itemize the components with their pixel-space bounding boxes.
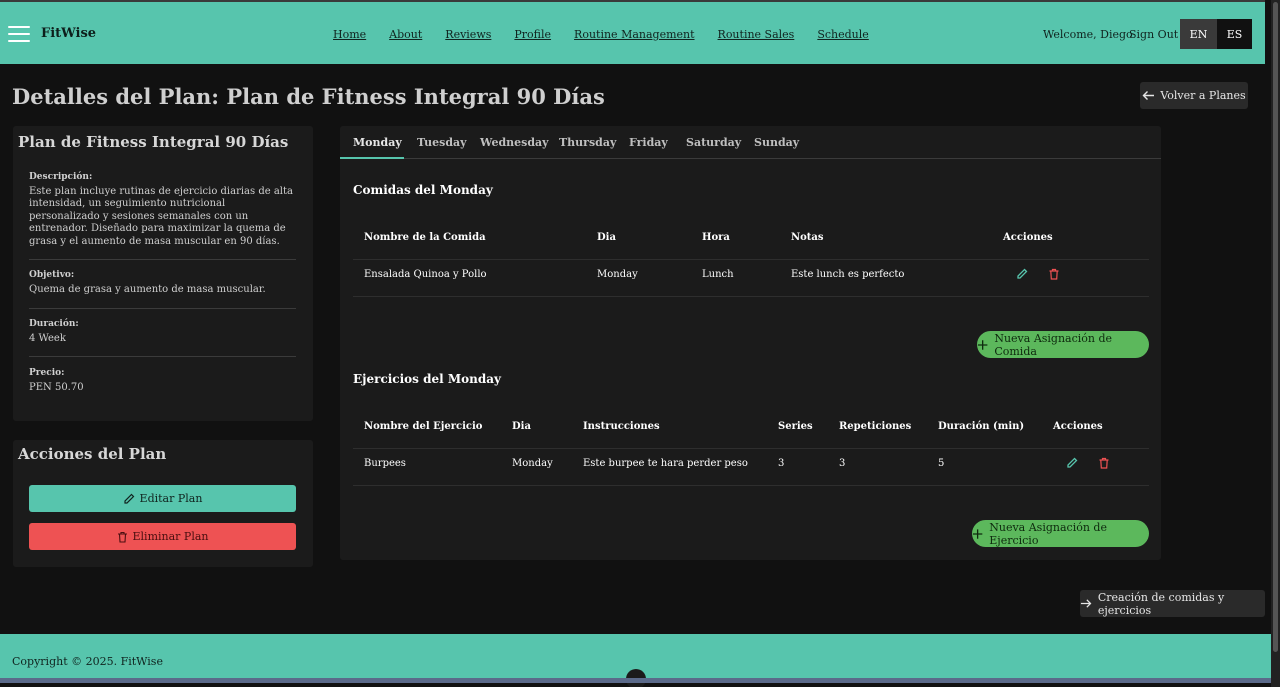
col-day: Dia [597,232,616,243]
objective-value: Quema de grasa y aumento de masa muscula… [29,283,266,295]
trash-icon[interactable] [1097,456,1111,470]
nav-home[interactable]: Home [333,28,366,41]
page-title: Detalles del Plan: Plan de Fitness Integ… [12,84,605,109]
objective-label: Objetivo: [29,270,75,280]
meal-notes: Este lunch es perfecto [791,269,905,280]
exercise-repetitions: 3 [839,458,846,469]
delete-plan-label: Eliminar Plan [132,530,209,543]
col-actions: Acciones [1053,421,1103,432]
edit-plan-label: Editar Plan [139,492,203,505]
plan-name: Plan de Fitness Integral 90 Días [18,133,289,151]
tab-monday[interactable]: Monday [353,136,402,149]
trash-icon [117,531,127,543]
new-exercise-label: Nueva Asignación de Ejercicio [989,520,1107,547]
plus-icon [977,339,988,350]
meals-section-title: Comidas del Monday [353,183,493,197]
exercise-day: Monday [512,458,553,469]
nav-reviews[interactable]: Reviews [445,28,491,41]
duration-label: Duración: [29,319,79,329]
brand-logo[interactable]: FitWise [41,26,96,41]
arrow-left-icon [1142,91,1155,100]
description-label: Descripción: [29,172,93,182]
horizontal-scrollbar[interactable] [0,678,1271,683]
meal-time: Lunch [702,269,734,280]
exercise-series: 3 [778,458,785,469]
create-button-label: Creación de comidas y ejercicios [1097,590,1225,617]
tab-sunday[interactable]: Sunday [754,136,799,149]
nav-about[interactable]: About [389,28,422,41]
tab-wednesday[interactable]: Wednesday [480,136,549,149]
top-navbar: FitWise Home About Reviews Profile Routi… [0,0,1265,64]
delete-plan-button[interactable]: Eliminar Plan [29,523,296,550]
plus-icon [972,528,983,539]
vertical-scrollbar-thumb[interactable] [1273,2,1278,652]
sign-out-link[interactable]: Sign Out [1129,28,1178,41]
exercise-name: Burpees [364,458,406,469]
actions-title: Acciones del Plan [18,445,167,463]
col-actions: Acciones [1003,232,1053,243]
new-meal-assignment-button[interactable]: Nueva Asignación de Comida [977,331,1149,358]
description-value: Este plan incluye rutinas de ejercicio d… [29,185,293,247]
main-nav: Home About Reviews Profile Routine Manag… [333,28,892,41]
plan-actions-card: Acciones del Plan Editar Plan Eliminar P… [13,440,313,567]
schedule-card: Monday Tuesday Wednesday Thursday Friday… [340,126,1161,560]
plan-duration: Duración: 4 Week [29,318,296,345]
create-meals-exercises-button[interactable]: Creación de comidas y ejercicios [1080,590,1265,617]
meal-day: Monday [597,269,638,280]
col-exercise-name: Nombre del Ejercicio [364,421,483,432]
new-meal-label: Nueva Asignación de Comida [994,331,1113,358]
tab-thursday[interactable]: Thursday [559,136,616,149]
col-duration: Duración (min) [938,421,1025,432]
nav-schedule[interactable]: Schedule [817,28,868,41]
day-tabs: Monday Tuesday Wednesday Thursday Friday… [340,126,1161,159]
exercise-duration: 5 [938,458,945,469]
col-series: Series [778,421,813,432]
edit-plan-button[interactable]: Editar Plan [29,485,296,512]
col-time: Hora [702,232,730,243]
welcome-text: Welcome, Diego [1043,28,1133,41]
table-row: Burpees Monday Este burpee te hara perde… [353,443,1149,486]
tab-friday[interactable]: Friday [629,136,668,149]
plan-details-card: Plan de Fitness Integral 90 Días Descrip… [13,126,313,421]
meal-name: Ensalada Quinoa y Pollo [364,269,487,280]
nav-routine-management[interactable]: Routine Management [574,28,694,41]
divider [29,356,296,357]
lang-es-button[interactable]: ES [1217,19,1252,49]
col-instructions: Instrucciones [583,421,660,432]
new-exercise-assignment-button[interactable]: Nueva Asignación de Ejercicio [972,520,1149,547]
plan-objective: Objetivo: Quema de grasa y aumento de ma… [29,269,296,296]
trash-icon[interactable] [1047,267,1061,281]
pencil-icon[interactable] [1015,267,1029,281]
tab-tuesday[interactable]: Tuesday [417,136,467,149]
hamburger-icon[interactable] [8,26,30,42]
duration-value: 4 Week [29,332,66,344]
copyright-text: Copyright © 2025. FitWise [12,655,163,668]
col-day: Dia [512,421,531,432]
price-value: PEN 50.70 [29,381,84,393]
lang-en-button[interactable]: EN [1180,19,1217,49]
exercises-section-title: Ejercicios del Monday [353,372,502,386]
divider [29,259,296,260]
plan-description: Descripción: Este plan incluye rutinas d… [29,171,296,248]
divider [29,308,296,309]
col-meal-name: Nombre de la Comida [364,232,486,243]
arrow-right-icon [1080,599,1092,608]
col-notes: Notas [791,232,824,243]
back-to-plans-button[interactable]: Volver a Planes [1140,82,1248,109]
plan-price: Precio: PEN 50.70 [29,367,296,394]
tab-saturday[interactable]: Saturday [686,136,741,149]
pencil-icon [123,493,134,504]
table-row: Ensalada Quinoa y Pollo Monday Lunch Est… [353,254,1149,297]
col-repetitions: Repeticiones [839,421,912,432]
nav-profile[interactable]: Profile [514,28,551,41]
pencil-icon[interactable] [1065,456,1079,470]
back-button-label: Volver a Planes [1160,89,1246,102]
price-label: Precio: [29,368,65,378]
active-tab-indicator [340,157,404,159]
nav-routine-sales[interactable]: Routine Sales [718,28,795,41]
exercise-instructions: Este burpee te hara perder peso [583,458,748,469]
